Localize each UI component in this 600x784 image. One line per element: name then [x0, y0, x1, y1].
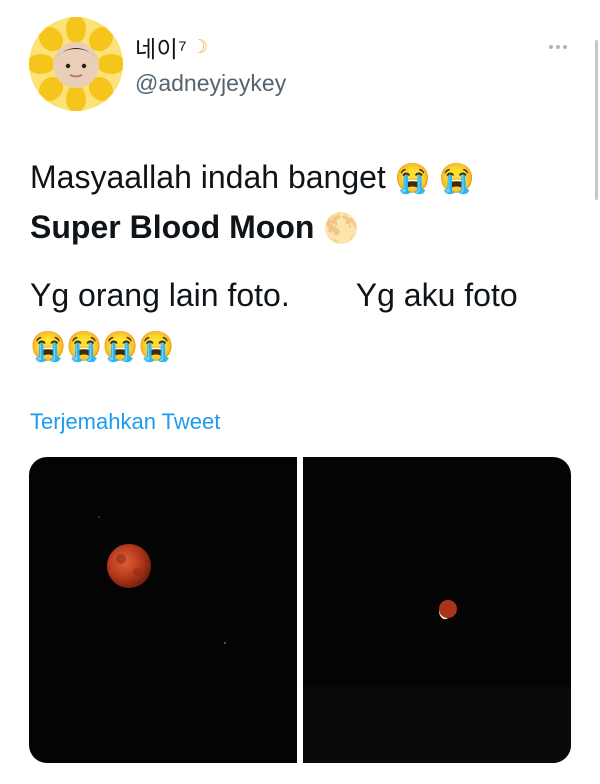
- display-name[interactable]: 네이⁷: [135, 30, 187, 64]
- tweet-text-line-3-left: Yg orang lain foto.: [30, 277, 290, 313]
- author-name-row[interactable]: 네이⁷ ☽: [135, 30, 208, 64]
- full-moon-emoji: 🌕: [323, 213, 360, 245]
- crying-face-emoji-row: 😭😭😭😭: [30, 331, 175, 363]
- tweet-media-grid: [29, 457, 571, 763]
- translate-tweet-link[interactable]: Terjemahkan Tweet: [30, 409, 220, 435]
- crying-face-emoji: 😭 😭: [394, 163, 475, 195]
- tweet-text-line-3-right: Yg aku foto: [355, 277, 518, 313]
- user-handle[interactable]: @adneyjeykey: [135, 70, 286, 97]
- sunflower-avatar-image: [29, 17, 123, 111]
- tweet-line-3: Yg orang lain foto. Yg aku foto: [30, 275, 518, 315]
- scrollbar[interactable]: [595, 40, 598, 200]
- tweet-line-4: 😭😭😭😭: [30, 325, 174, 367]
- tweet-line-2: Super Blood Moon 🌕: [30, 207, 359, 249]
- more-horizontal-icon[interactable]: [543, 37, 573, 57]
- crescent-moon-icon: ☽: [191, 36, 209, 58]
- tweet-text-line-2: Super Blood Moon: [30, 209, 315, 245]
- blood-moon-large: [107, 544, 151, 588]
- tweet-text-line-1: Masyaallah indah banget: [30, 159, 386, 195]
- photo-others-moon[interactable]: [29, 457, 297, 763]
- tweet-line-1: Masyaallah indah banget 😭 😭: [30, 157, 475, 199]
- blood-moon-small: [439, 600, 457, 618]
- avatar[interactable]: [29, 17, 123, 111]
- photo-my-moon[interactable]: [303, 457, 571, 763]
